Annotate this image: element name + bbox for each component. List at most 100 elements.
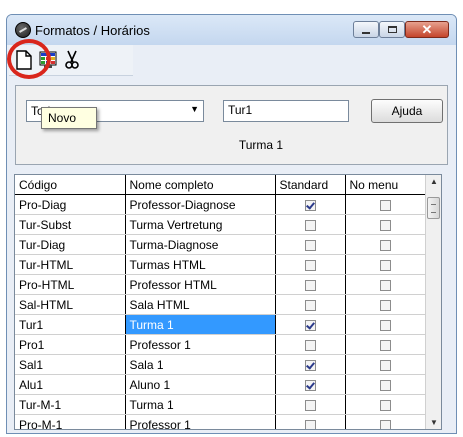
cell-code[interactable]: Sal-HTML: [15, 294, 126, 315]
scroll-up-icon[interactable]: ▲: [426, 177, 441, 186]
cell-full-name[interactable]: Sala HTML: [125, 294, 276, 315]
standard-checkbox[interactable]: [304, 319, 316, 331]
maximize-button[interactable]: [379, 21, 405, 38]
table-row[interactable]: Tur-Diag Turma-Diagnose: [15, 234, 427, 255]
chevron-down-icon: ▼: [190, 104, 199, 114]
cell-standard: [275, 234, 346, 255]
cell-full-name[interactable]: Turma-Diagnose: [125, 234, 276, 255]
scroll-thumb[interactable]: [427, 197, 440, 219]
cell-code[interactable]: Tur-M-1: [15, 394, 126, 415]
standard-checkbox[interactable]: [304, 239, 316, 251]
cell-code[interactable]: Pro-Diag: [15, 194, 126, 215]
cell-code[interactable]: Sal1: [15, 354, 126, 375]
standard-checkbox[interactable]: [304, 299, 316, 311]
cell-full-name[interactable]: Turma 1: [125, 394, 276, 415]
cell-standard: [275, 314, 346, 335]
no-menu-checkbox[interactable]: [380, 199, 391, 211]
window-title: Formatos / Horários: [35, 23, 150, 38]
column-header-no-menu[interactable]: No menu: [345, 175, 427, 195]
formats-table: Código Nome completo Standard No menu Pr…: [14, 174, 442, 430]
cell-standard: [275, 214, 346, 235]
minimize-icon: [362, 31, 370, 34]
table-row[interactable]: Alu1 Aluno 1: [15, 374, 427, 395]
no-menu-checkbox[interactable]: [380, 239, 391, 251]
table-row[interactable]: Tur-M-1 Turma 1: [15, 394, 427, 415]
close-button[interactable]: ✕: [405, 21, 449, 38]
standard-checkbox[interactable]: [304, 259, 316, 271]
cell-standard: [275, 374, 346, 395]
cell-standard: [275, 274, 346, 295]
title-bar[interactable]: Formatos / Horários ✕: [7, 15, 456, 45]
cell-code[interactable]: Pro1: [15, 334, 126, 355]
cell-standard: [275, 194, 346, 215]
no-menu-checkbox[interactable]: [380, 379, 391, 391]
cell-no-menu: [345, 294, 427, 315]
highlight-ring: [7, 39, 51, 79]
standard-checkbox[interactable]: [304, 379, 316, 391]
no-menu-checkbox[interactable]: [380, 359, 391, 371]
cell-full-name[interactable]: Professor 1: [125, 334, 276, 355]
no-menu-checkbox[interactable]: [380, 219, 391, 231]
cut-button[interactable]: [61, 49, 83, 71]
standard-checkbox[interactable]: [304, 419, 316, 429]
cell-standard: [275, 294, 346, 315]
table-row[interactable]: Pro-M-1 Professor 1: [15, 414, 427, 429]
no-menu-checkbox[interactable]: [380, 279, 391, 291]
cell-code[interactable]: Pro-M-1: [15, 414, 126, 429]
no-menu-checkbox[interactable]: [380, 419, 391, 429]
table-row[interactable]: Sal1 Sala 1: [15, 354, 427, 375]
cell-no-menu: [345, 254, 427, 275]
no-menu-checkbox[interactable]: [380, 339, 391, 351]
column-header-code[interactable]: Código: [15, 175, 126, 195]
no-menu-checkbox[interactable]: [380, 399, 391, 411]
code-input[interactable]: Tur1: [223, 100, 349, 122]
standard-checkbox[interactable]: [304, 339, 316, 351]
table-row[interactable]: Pro1 Professor 1: [15, 334, 427, 355]
no-menu-checkbox[interactable]: [380, 319, 391, 331]
cell-full-name[interactable]: Turmas HTML: [125, 254, 276, 275]
cell-code[interactable]: Tur-HTML: [15, 254, 126, 275]
standard-checkbox[interactable]: [304, 279, 316, 291]
standard-checkbox[interactable]: [304, 399, 316, 411]
table-row[interactable]: Sal-HTML Sala HTML: [15, 294, 427, 315]
cell-full-name[interactable]: Professor 1: [125, 414, 276, 429]
cell-full-name[interactable]: Turma Vertretung: [125, 214, 276, 235]
maximize-icon: [387, 26, 397, 33]
scissors-icon: [65, 50, 79, 69]
full-name-display: Turma 1: [238, 138, 284, 152]
cell-no-menu: [345, 314, 427, 335]
cell-full-name[interactable]: Sala 1: [125, 354, 276, 375]
table-row[interactable]: Pro-Diag Professor-Diagnose: [15, 194, 427, 215]
no-menu-checkbox[interactable]: [380, 299, 391, 311]
cell-full-name[interactable]: Turma 1: [125, 314, 276, 335]
cell-code[interactable]: Tur1: [15, 314, 126, 335]
standard-checkbox[interactable]: [304, 359, 316, 371]
table-row[interactable]: Pro-HTML Professor HTML: [15, 274, 427, 295]
app-icon[interactable]: [15, 22, 31, 38]
scroll-down-icon[interactable]: ▼: [426, 418, 441, 427]
cell-no-menu: [345, 234, 427, 255]
table-row[interactable]: Tur-Subst Turma Vertretung: [15, 214, 427, 235]
new-tooltip: Novo: [41, 107, 97, 129]
standard-checkbox[interactable]: [304, 219, 316, 231]
column-header-full-name[interactable]: Nome completo: [125, 175, 276, 195]
cell-code[interactable]: Tur-Subst: [15, 214, 126, 235]
vertical-scrollbar[interactable]: ▲ ▼: [425, 175, 441, 429]
cell-code[interactable]: Tur-Diag: [15, 234, 126, 255]
table-header-row: Código Nome completo Standard No menu: [15, 175, 427, 195]
minimize-button[interactable]: [353, 21, 379, 38]
help-button[interactable]: Ajuda: [371, 99, 443, 123]
cell-full-name[interactable]: Aluno 1: [125, 374, 276, 395]
column-header-standard[interactable]: Standard: [275, 175, 346, 195]
cell-code[interactable]: Pro-HTML: [15, 274, 126, 295]
standard-checkbox[interactable]: [304, 199, 316, 211]
cell-no-menu: [345, 374, 427, 395]
table-row[interactable]: Tur1 Turma 1: [15, 314, 427, 335]
no-menu-checkbox[interactable]: [380, 259, 391, 271]
cell-full-name[interactable]: Professor-Diagnose: [125, 194, 276, 215]
table-row[interactable]: Tur-HTML Turmas HTML: [15, 254, 427, 275]
cell-no-menu: [345, 214, 427, 235]
cell-standard: [275, 334, 346, 355]
cell-full-name[interactable]: Professor HTML: [125, 274, 276, 295]
cell-code[interactable]: Alu1: [15, 374, 126, 395]
